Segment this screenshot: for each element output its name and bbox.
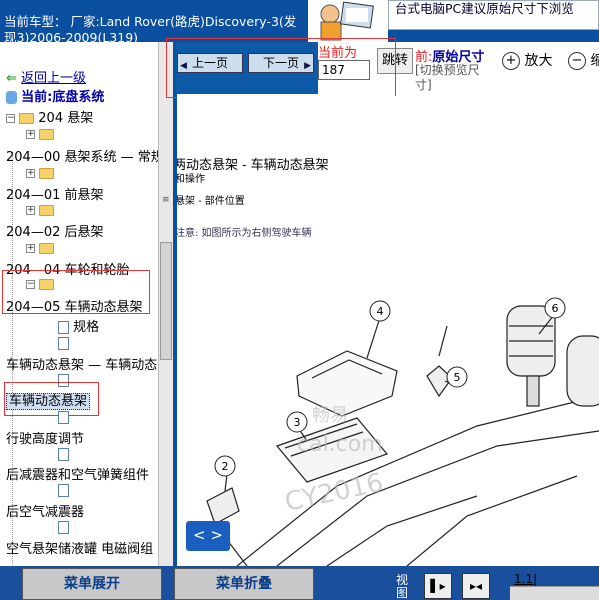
current-section: 当前:底盘系统 <box>6 86 104 105</box>
pc-notice: 台式电脑PC建议原始尺寸下浏览 <box>388 0 599 30</box>
tree-item-ride-height[interactable]: 行驶高度调节 <box>6 428 84 447</box>
document-icon <box>58 521 69 534</box>
document-view[interactable]: 两动态悬架 - 车辆动态悬架 和操作 悬架 - 部件位置 注意: 如图所示为右侧… <box>177 96 599 566</box>
tree-item-expander[interactable]: + <box>26 203 55 218</box>
expand-icon[interactable]: + <box>26 130 35 139</box>
app-window: 当前车型： 厂家:Land Rover(路虎)Discovery-3(发 现3)… <box>0 0 599 600</box>
tree-item-label: 车辆动态悬架 — 车辆动态 <box>6 358 158 373</box>
watermark-text: CY2016 <box>282 468 386 518</box>
zoom-out-label: 缩 <box>590 53 599 69</box>
tree-panel: ⇐ 返回上一级 当前:底盘系统 − 204 悬架 + 204—00 悬架系统 —… <box>0 42 159 566</box>
tree-item-expander[interactable]: + <box>26 166 55 181</box>
doc-node-icon[interactable] <box>58 520 69 535</box>
tree-item-rear-air-shock[interactable]: 后空气减震器 <box>6 501 84 520</box>
tree-item-label: 行驶高度调节 <box>6 432 85 447</box>
tree-item-204-01[interactable]: 204—01 前悬架 <box>6 184 104 203</box>
back-label: 返回上一级 <box>21 71 87 86</box>
doc-node-icon[interactable] <box>58 447 69 462</box>
zoom-out-button[interactable]: − 缩 <box>568 50 599 70</box>
doc-node-icon[interactable] <box>58 410 69 425</box>
scrollbar-thumb[interactable] <box>160 242 172 360</box>
doc-node-spec[interactable]: 规格 <box>58 316 99 335</box>
watermark-text: 畅易 <box>312 405 348 426</box>
expand-icon[interactable]: + <box>26 169 35 178</box>
tree-item-vds-overview[interactable]: 车辆动态悬架 — 车辆动态 <box>6 354 157 373</box>
page-indicator: 1.1| <box>514 572 538 586</box>
tree-item-expander[interactable]: + <box>26 241 55 256</box>
doc-node-icon[interactable] <box>58 336 69 351</box>
database-icon <box>6 91 17 104</box>
folder-icon <box>39 129 55 140</box>
tree-item-label: 规格 <box>73 320 100 335</box>
folder-icon <box>39 243 55 254</box>
callout-label: 6 <box>552 302 559 315</box>
watermark-text: cal.com <box>297 432 383 457</box>
toggle-size-link[interactable]: [切换预览尺寸] <box>415 63 489 93</box>
tree-item-label: 204—02 后悬架 <box>6 225 104 240</box>
expand-menu-button[interactable]: 菜单展开 <box>22 568 162 600</box>
tree-item-204-02[interactable]: 204—02 后悬架 <box>6 221 104 240</box>
tree-item-label: 空气悬架储液罐 电磁阀组 <box>6 542 154 557</box>
tree-item-label: 204—00 悬架系统 — 常规 <box>6 150 159 165</box>
view-label: 视图 <box>396 573 409 600</box>
expand-icon[interactable]: + <box>26 244 35 253</box>
zoom-out-icon: − <box>568 52 586 70</box>
dual-page-icon: ▸◂ <box>469 579 483 593</box>
tree-item-expander[interactable]: + <box>26 127 55 142</box>
highlight-box <box>2 270 150 314</box>
highlight-box <box>4 382 99 416</box>
tree-item-label: 后空气减震器 <box>6 505 85 520</box>
tree-item-label: 204—01 前悬架 <box>6 188 104 203</box>
back-arrow-icon: ⇐ <box>6 71 17 86</box>
zoom-in-icon: + <box>502 52 520 70</box>
single-page-view-button[interactable]: ▌▸ <box>424 573 452 599</box>
component-diagram: 4 6 5 3 2 畅易 cal.com CY2016 <box>206 297 599 566</box>
document-icon <box>58 411 69 424</box>
folder-icon <box>39 168 55 179</box>
folder-icon <box>19 113 35 124</box>
page-arrows-button[interactable]: < > <box>186 521 230 551</box>
vehicle-line-1: 当前车型： 厂家:Land Rover(路虎)Discovery-3(发 <box>4 14 297 29</box>
document-icon <box>58 448 69 461</box>
back-link[interactable]: ⇐ 返回上一级 <box>6 67 86 86</box>
dual-page-view-button[interactable]: ▸◂ <box>462 573 490 599</box>
tree-item-reservoir[interactable]: 空气悬架储液罐 电磁阀组 <box>6 538 153 557</box>
folder-icon <box>39 205 55 216</box>
header-bar: 当前车型： 厂家:Land Rover(路虎)Discovery-3(发 现3)… <box>0 0 599 45</box>
mascot-image <box>308 0 388 42</box>
callout-label: 2 <box>222 460 229 473</box>
callout-label: 5 <box>454 371 461 384</box>
tree-item-rear-shock-spring[interactable]: 后减震器和空气弹簧组件 <box>6 464 149 483</box>
zoom-in-button[interactable]: + 放大 <box>502 50 552 70</box>
callout-label: 4 <box>377 305 384 318</box>
zoom-in-label: 放大 <box>524 53 553 69</box>
current-section-label: 当前:底盘系统 <box>21 90 105 105</box>
document-icon <box>58 337 69 350</box>
doc-node-icon[interactable] <box>58 483 69 498</box>
tree-item-204-00[interactable]: 204—00 悬架系统 — 常规 <box>6 146 159 165</box>
highlight-box <box>166 38 396 98</box>
single-page-icon: ▌▸ <box>430 579 446 593</box>
collapse-menu-button[interactable]: 菜单折叠 <box>174 568 314 600</box>
expand-icon[interactable]: + <box>26 206 35 215</box>
document-icon <box>58 484 69 497</box>
collapse-icon[interactable]: − <box>6 114 15 123</box>
tree-item-label: 后减震器和空气弹簧组件 <box>6 468 150 483</box>
document-icon <box>58 321 69 334</box>
tree-item-204[interactable]: − 204 悬架 <box>6 107 93 126</box>
tree-scrollbar[interactable]: ≡ <box>158 42 173 566</box>
horizontal-scrollbar[interactable] <box>510 586 599 600</box>
tree-item-label: 204 悬架 <box>38 111 94 126</box>
splitter-grip-icon: ≡ <box>162 195 170 205</box>
callout-label: 3 <box>294 416 301 429</box>
